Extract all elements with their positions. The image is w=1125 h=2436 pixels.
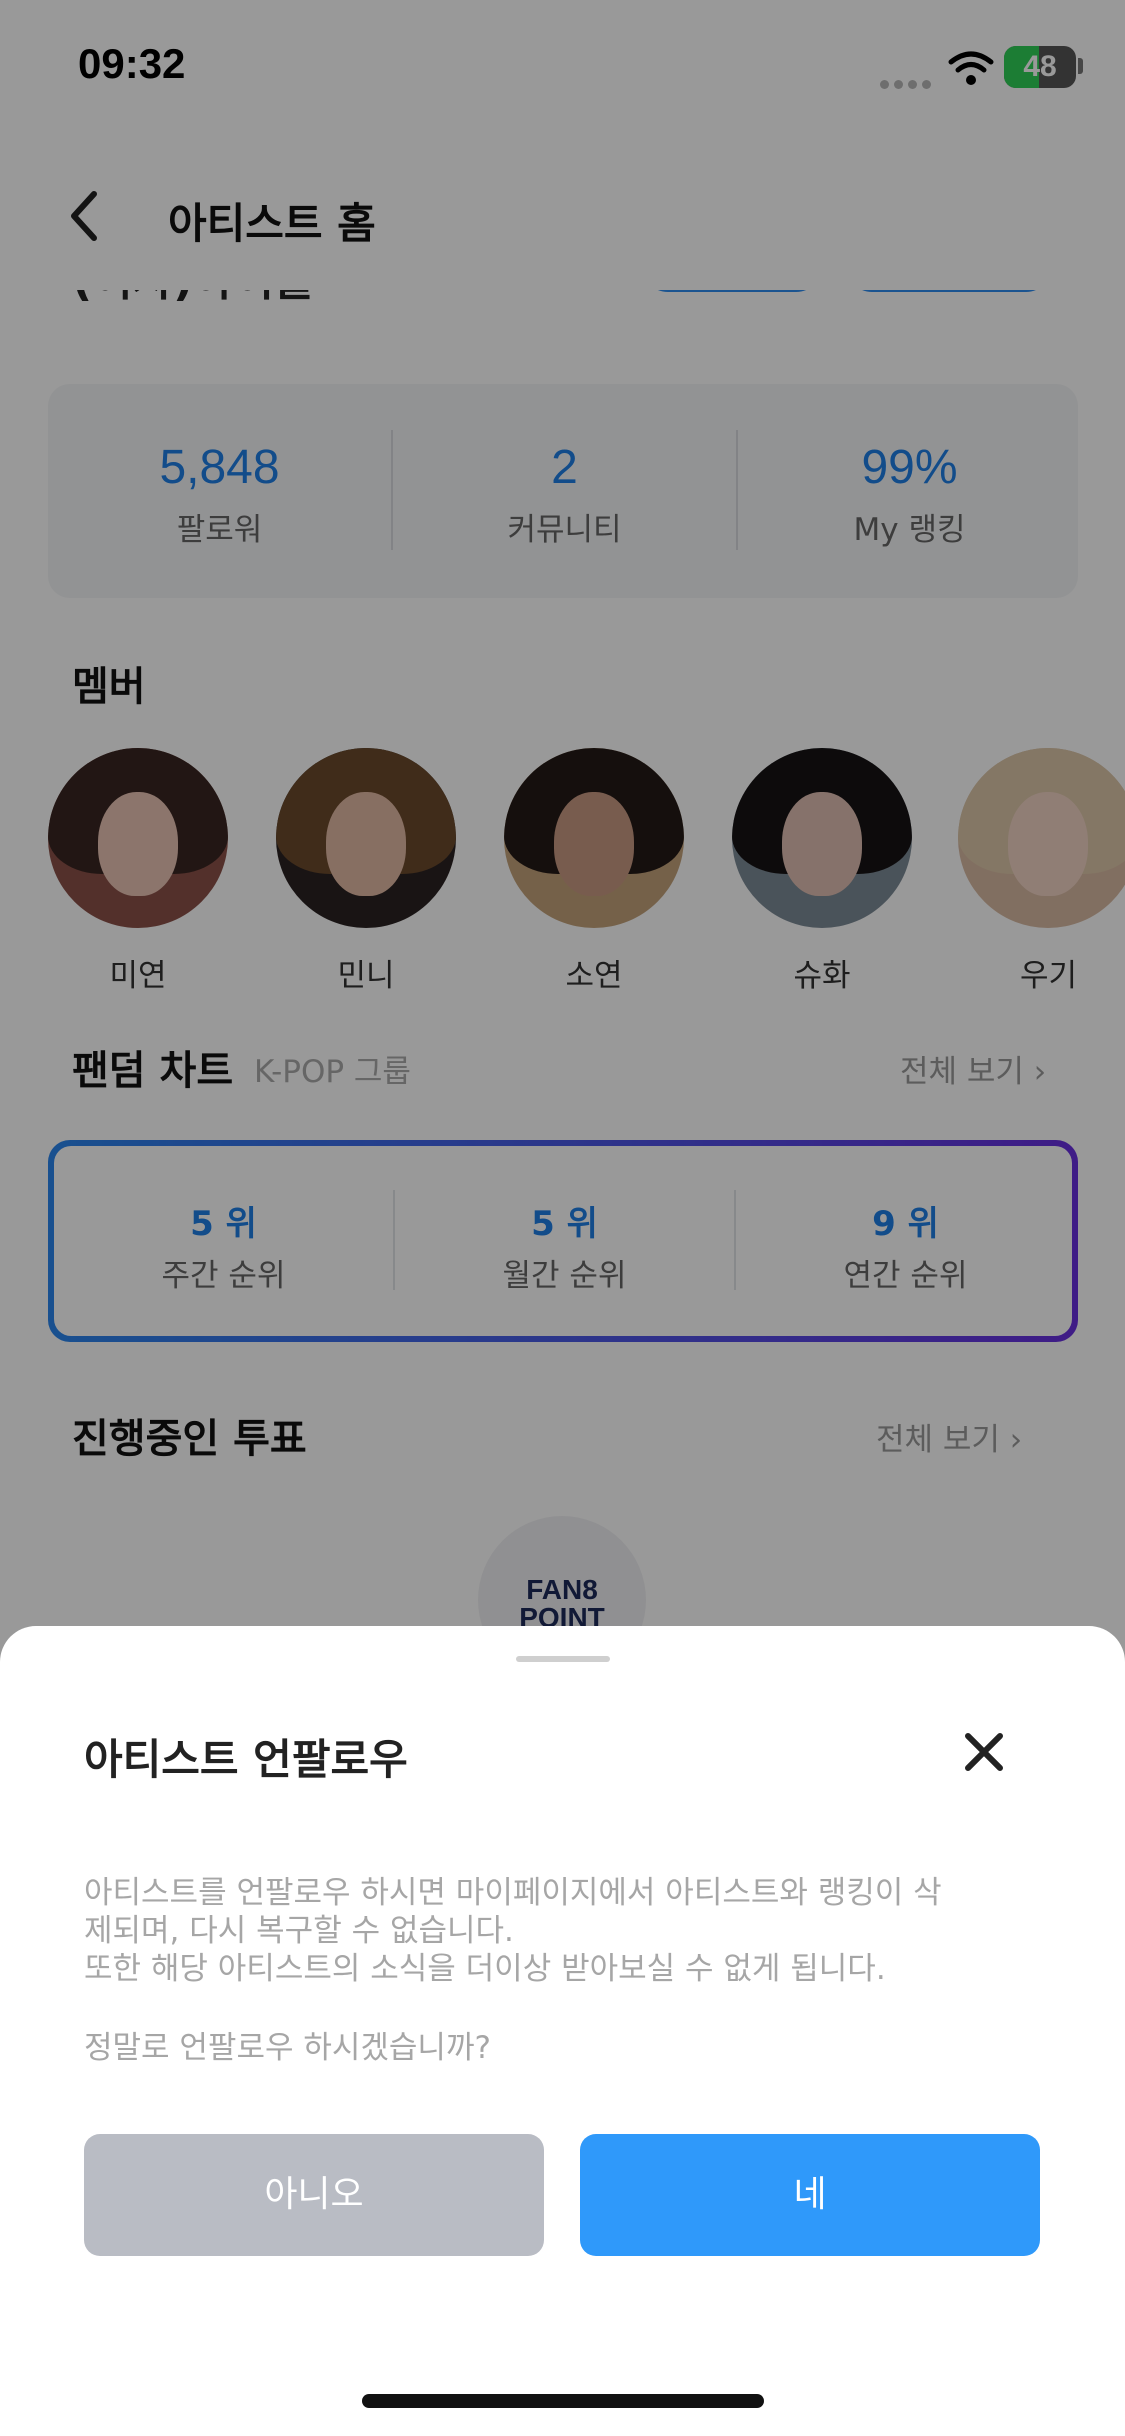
home-indicator [362,2394,764,2408]
artist-home-screen: 09:32 48 아티스트 홈 (여자)아이들 5,848 팔로워 [0,0,1125,2436]
sheet-question: 정말로 언팔로우 하시겠습니까? [84,2030,491,2066]
yes-button[interactable]: 네 [580,2134,1040,2256]
sheet-drag-handle[interactable] [516,1656,610,1662]
close-button[interactable] [958,1726,1010,1778]
sheet-message: 아티스트를 언팔로우 하시면 마이페이지에서 아티스트와 랭킹이 삭 제되며, … [84,1874,1064,1988]
sheet-message-line: 제되며, 다시 복구할 수 없습니다. [84,1913,514,1949]
unfollow-bottom-sheet: 아티스트 언팔로우 아티스트를 언팔로우 하시면 마이페이지에서 아티스트와 랭… [0,1626,1125,2436]
sheet-message-line: 아티스트를 언팔로우 하시면 마이페이지에서 아티스트와 랭킹이 삭 [84,1875,942,1911]
sheet-title: 아티스트 언팔로우 [84,1735,408,1784]
sheet-message-line: 또한 해당 아티스트의 소식을 더이상 받아보실 수 없게 됩니다. [84,1951,886,1987]
no-button[interactable]: 아니오 [84,2134,544,2256]
